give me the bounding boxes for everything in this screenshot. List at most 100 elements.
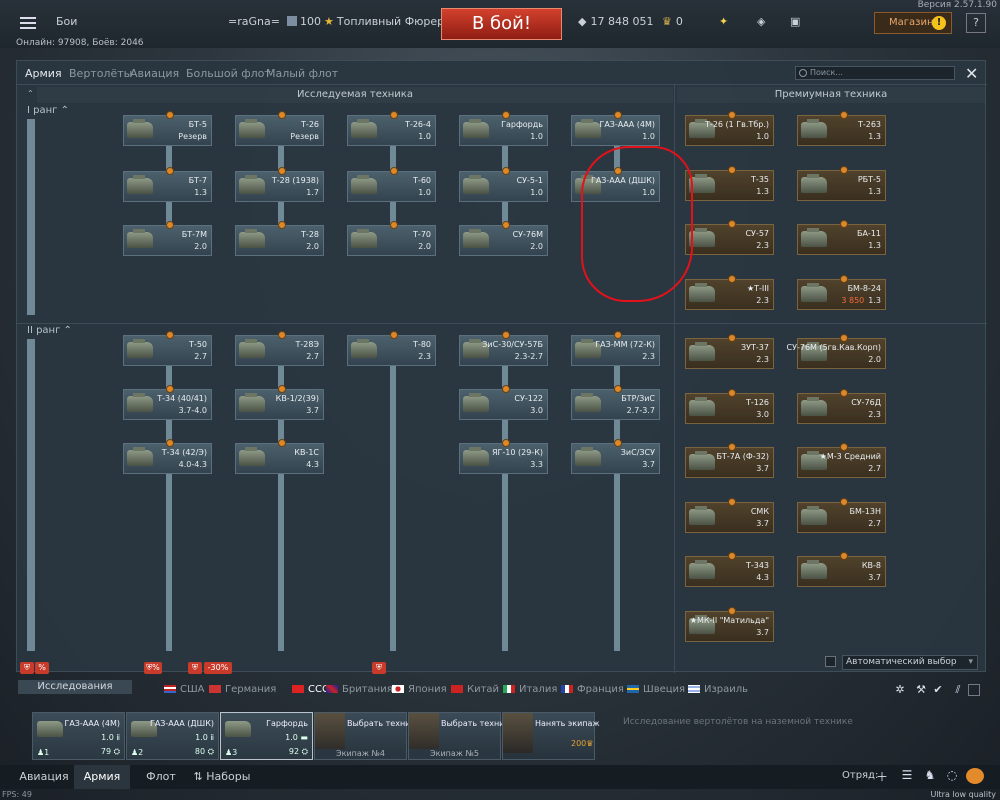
premium-vehicle-card[interactable]: ★МК-II "Матильда" 3.7 xyxy=(685,606,774,642)
tab-army[interactable]: Армия xyxy=(19,61,68,86)
vehicle-card[interactable]: БТ-7 1.3 xyxy=(123,167,212,202)
vehicle-card[interactable]: Гарфордь 1.0 xyxy=(459,111,548,146)
premium-vehicle-card[interactable]: СМК 3.7 xyxy=(685,497,774,533)
vehicle-card[interactable]: СУ-122 3.0 xyxy=(459,385,548,420)
premium-vehicle-card[interactable]: СУ-76Д 2.3 xyxy=(797,388,886,424)
collapse-icon[interactable]: ⌃ xyxy=(27,89,34,98)
premium-vehicle-card[interactable]: БТ-7А (Ф-32) 3.7 xyxy=(685,443,774,478)
vehicle-card[interactable]: ЗиС-30/СУ-57Б 2.3-2.7 xyxy=(459,331,548,366)
premium-vehicle-card[interactable]: СУ-76М (5гв.Кав.Корп) 2.0 xyxy=(787,334,886,369)
vehicle-card[interactable]: БТР/ЗиС 2.7-3.7 xyxy=(571,385,660,420)
premium-vehicle-card[interactable]: КВ-8 3.7 xyxy=(797,552,886,587)
vehicle-card[interactable]: Т-70 2.0 xyxy=(347,221,436,256)
crew-slot-2[interactable]: ГАЗ-ААА (ДШК) 1.0 ⅱ ♟2 80 ⛭ xyxy=(126,712,219,760)
vehicle-card[interactable]: Т-26 Резерв xyxy=(235,111,324,146)
crew-slot-3[interactable]: Гарфордь 1.0 ▬ ♟3 92 ⛭ xyxy=(220,712,313,760)
search-input[interactable]: Поиск... xyxy=(795,66,955,80)
nation-israel[interactable]: Израиль xyxy=(688,684,748,695)
research-button[interactable]: Исследования xyxy=(18,680,132,694)
select-checkbox[interactable] xyxy=(968,684,980,696)
tab-bundles[interactable]: ⇅ Наборы xyxy=(192,765,252,789)
checkmark-icon[interactable]: ✔ xyxy=(932,684,944,696)
vehicle-card[interactable]: БТ-7М 2.0 xyxy=(123,221,212,256)
premium-vehicle-card[interactable]: БМ-13Н 2.7 xyxy=(797,497,886,533)
add-icon[interactable]: ＋ xyxy=(874,768,890,784)
crew-slot-1[interactable]: ГАЗ-ААА (4М) 1.0 ⅱ ♟1 79 ⛭ xyxy=(32,712,125,760)
battle-button[interactable]: В бой! xyxy=(441,8,562,40)
crew-slot-5[interactable]: Выбрать технику Экипаж №5 xyxy=(408,712,514,760)
vehicle-card[interactable]: Т-26-4 1.0 xyxy=(347,111,436,146)
shop-button[interactable]: Магазин! xyxy=(874,12,952,34)
vehicle-card[interactable]: Т-34 (42/Э) 4.0-4.3 xyxy=(123,439,212,474)
tab-aviation-bottom[interactable]: Авиация xyxy=(16,765,72,789)
tab-bluewater-fleet[interactable]: Большой флот xyxy=(186,67,271,80)
chat-icon[interactable]: ◌ xyxy=(944,768,960,784)
vehicle-card[interactable]: Т-50 2.7 xyxy=(123,331,212,366)
rank-1-label[interactable]: I ранг ⌃ xyxy=(27,105,69,116)
tab-fleet-bottom[interactable]: Флот xyxy=(138,765,184,789)
tab-coastal-fleet[interactable]: Малый флот xyxy=(266,67,338,80)
nation-japan[interactable]: Япония xyxy=(392,684,447,695)
wrench-icon[interactable]: ⚒ xyxy=(915,684,927,696)
premium-vehicle-card[interactable]: ЗУТ-37 2.3 xyxy=(685,334,774,369)
vehicle-card[interactable]: Т-28Э 2.7 xyxy=(235,331,324,366)
vehicle-card[interactable]: БТ-5 Резерв xyxy=(123,111,212,146)
vehicle-card[interactable]: Т-60 1.0 xyxy=(347,167,436,202)
premium-vehicle-card[interactable]: Т-263 1.3 xyxy=(797,111,886,146)
coupon-icon[interactable]: ▣ xyxy=(790,15,800,28)
crew-slot-4[interactable]: Выбрать технику Экипаж №4 xyxy=(314,712,420,760)
vehicle-card[interactable]: Т-34 (40/41) 3.7-4.0 xyxy=(123,385,212,420)
silver-balance[interactable]: ◆ 17 848 051 xyxy=(578,15,653,28)
auto-select-dropdown[interactable]: Автоматический выбор xyxy=(842,655,978,670)
premium-vehicle-card[interactable]: ★Т-III 2.3 xyxy=(685,274,774,310)
premium-vehicle-card[interactable]: БА-11 1.3 xyxy=(797,220,886,255)
vehicle-card[interactable]: ГАЗ-ААА (4М) 1.0 xyxy=(571,111,660,146)
premium-vehicle-card[interactable]: СУ-57 2.3 xyxy=(685,220,774,255)
vehicle-card[interactable]: КВ-1/2(39) 3.7 xyxy=(235,385,324,420)
gold-balance[interactable]: ♛ 0 xyxy=(662,15,683,28)
vehicle-card[interactable]: Т-28 2.0 xyxy=(235,221,324,256)
premium-vehicle-card[interactable]: Т-35 1.3 xyxy=(685,165,774,201)
rank-2-label[interactable]: II ранг ⌃ xyxy=(27,325,72,336)
username[interactable]: =raGna= xyxy=(228,15,280,28)
help-button[interactable]: ? xyxy=(966,13,986,33)
vehicle-card[interactable]: Т-80 2.3 xyxy=(347,331,436,366)
vehicle-card[interactable]: Т-28 (1938) 1.7 xyxy=(235,167,324,202)
gear-icon[interactable]: ✲ xyxy=(894,684,906,696)
vehicle-card[interactable]: СУ-5-1 1.0 xyxy=(459,167,548,202)
tab-army-bottom[interactable]: Армия xyxy=(74,765,130,789)
premium-vehicle-card[interactable]: Т-26 (1 Гв.Тбр.) 1.0 xyxy=(685,111,774,146)
premium-vehicle-card[interactable]: ★М-3 Средний 2.7 xyxy=(797,443,886,478)
vehicle-card[interactable]: ЗиС/ЗСУ 3.7 xyxy=(571,439,660,474)
premium-vehicle-card[interactable]: Т-343 4.3 xyxy=(685,552,774,587)
vehicle-card[interactable]: ЯГ-10 (29-К) 3.3 xyxy=(459,439,548,474)
vehicle-card[interactable]: ГАЗ-ММ (72-К) 2.3 xyxy=(571,331,660,366)
nation-usa[interactable]: США xyxy=(164,684,205,695)
contacts-icon[interactable]: ♞ xyxy=(922,768,938,784)
nation-britain[interactable]: Британия xyxy=(326,684,393,695)
nation-france[interactable]: Франция xyxy=(561,684,624,695)
tab-helicopters[interactable]: Вертолёты xyxy=(69,67,132,80)
list-icon[interactable]: ☰ xyxy=(899,768,915,784)
status-dot-icon xyxy=(840,552,848,560)
premium-vehicle-card[interactable]: Т-126 3.0 xyxy=(685,388,774,424)
close-icon[interactable]: ✕ xyxy=(965,64,978,83)
nation-italy[interactable]: Италия xyxy=(503,684,557,695)
status-dot-icon xyxy=(728,552,736,560)
premium-vehicle-card[interactable]: БМ-8-24 3 850 1.3 xyxy=(797,274,886,310)
premium-vehicle-card[interactable]: РБТ-5 1.3 xyxy=(797,165,886,201)
vehicle-card[interactable]: СУ-76М 2.0 xyxy=(459,221,548,256)
mail-icon[interactable] xyxy=(966,768,984,784)
bulb-icon[interactable]: ✦ xyxy=(719,15,728,28)
hide-icon[interactable]: ⫽ xyxy=(952,684,964,696)
nation-sweden[interactable]: Швеция xyxy=(627,684,685,695)
vehicle-card[interactable]: КВ-1С 4.3 xyxy=(235,439,324,474)
heli-research-checkbox[interactable] xyxy=(825,656,836,667)
nation-china[interactable]: Китай xyxy=(451,684,499,695)
battlepass-icon[interactable]: ◈ xyxy=(757,15,765,28)
nation-germany[interactable]: Германия xyxy=(209,684,276,695)
hire-crew-slot[interactable]: Нанять экипаж 200♛ xyxy=(502,712,600,760)
menu-icon[interactable] xyxy=(20,14,36,29)
tab-aviation[interactable]: Авиация xyxy=(130,67,179,80)
game-mode-label[interactable]: Бои xyxy=(56,15,77,28)
